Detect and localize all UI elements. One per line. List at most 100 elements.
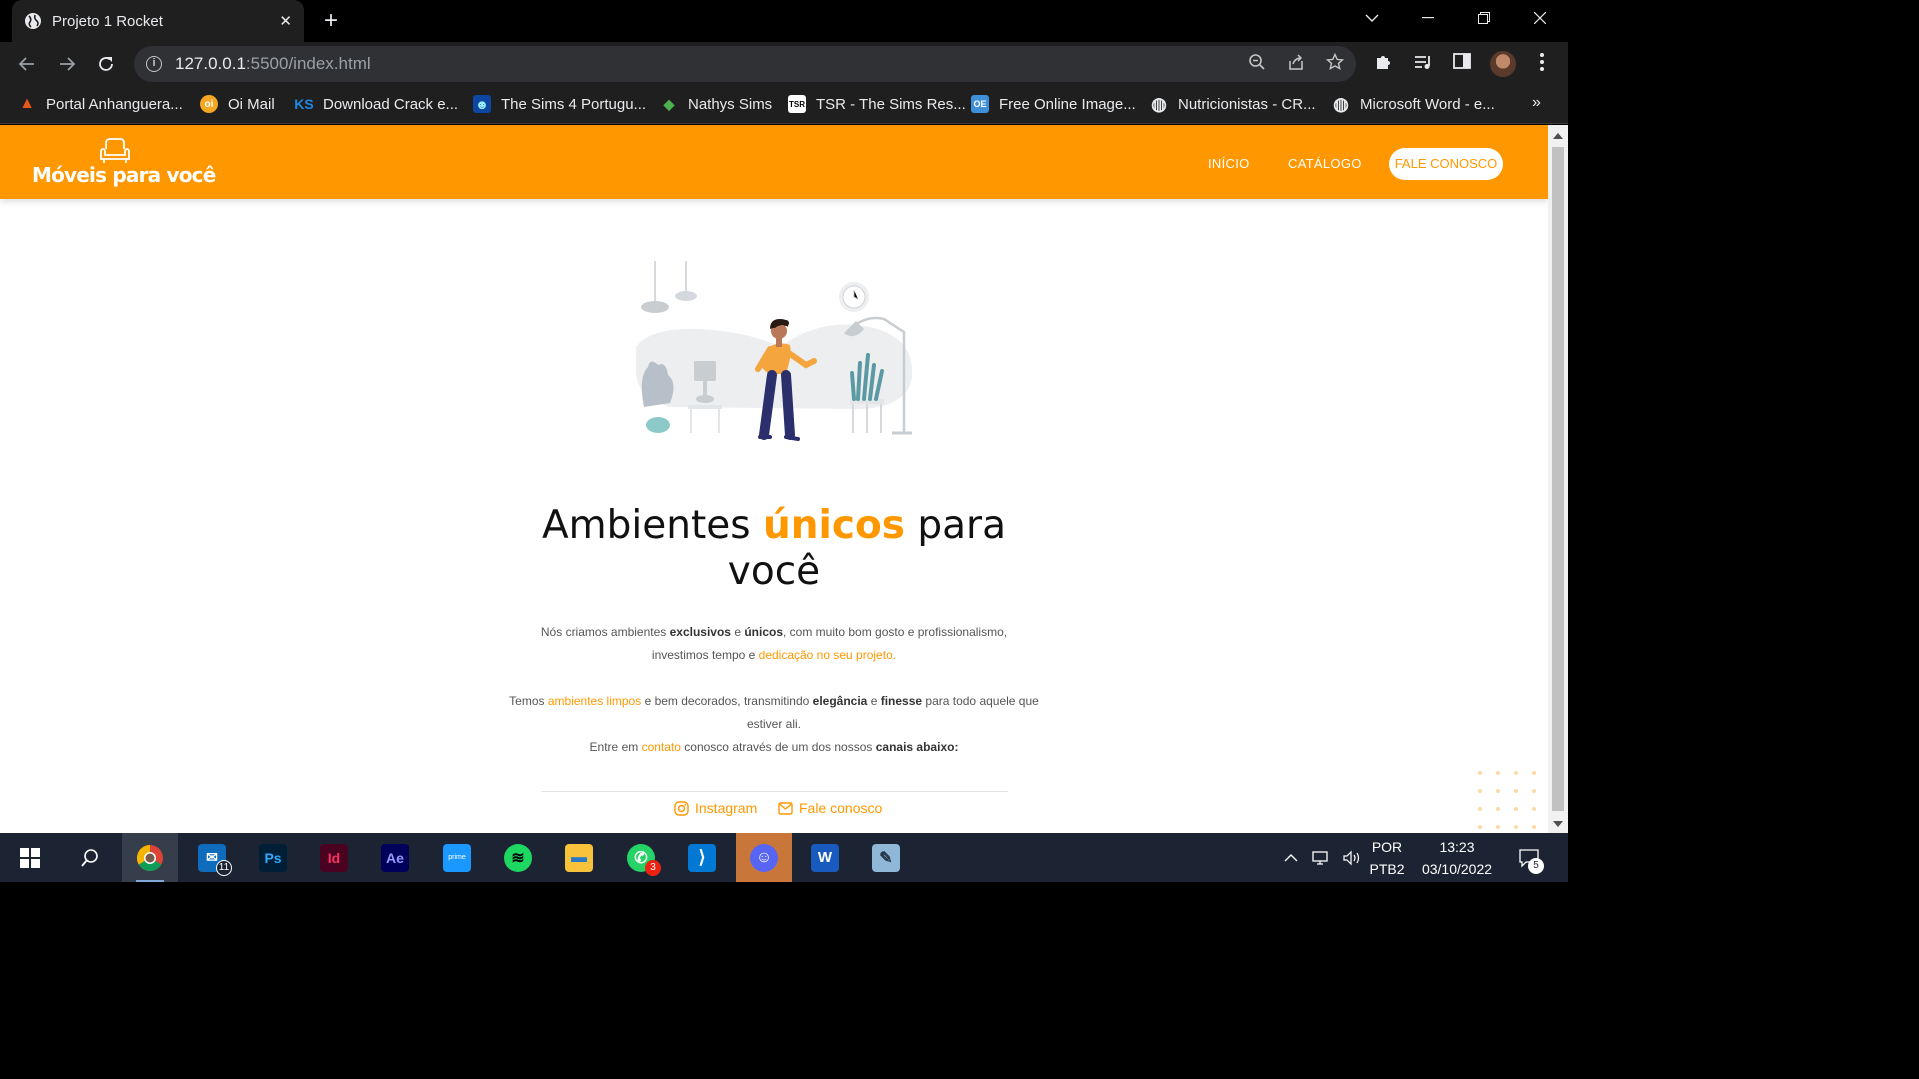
anhanguera-icon: ▲ (19, 95, 35, 112)
address-bar[interactable]: i 127.0.0.1:5500/index.html (134, 46, 1356, 82)
share-icon[interactable] (1285, 53, 1307, 75)
bookmark-item[interactable]: OE Free Online Image... (971, 94, 1136, 114)
taskbar-mail[interactable]: ✉ 11 (184, 833, 240, 882)
environment-paragraph: Temos ambientes limpos e bem decorados, … (509, 694, 1039, 731)
site-logo[interactable]: Móveis para você (32, 137, 216, 191)
oi-mail-icon: oi (200, 95, 218, 113)
close-window-button[interactable] (1512, 0, 1568, 36)
scroll-up-arrow[interactable] (1553, 133, 1563, 139)
photoshop-icon: Ps (259, 843, 287, 872)
bookmark-item[interactable]: oi Oi Mail (200, 94, 275, 114)
tray-overflow-chevron-icon[interactable] (1280, 833, 1302, 882)
bookmark-label: Portal Anhanguera... (46, 95, 183, 113)
taskbar-indesign[interactable]: Id (306, 833, 362, 882)
taskbar-spotify[interactable]: ≋ (490, 833, 546, 882)
bookmark-item[interactable]: ☻ The Sims 4 Portugu... (473, 94, 646, 114)
prime-video-icon: prime (443, 843, 471, 872)
taskbar-discord[interactable]: ☺ (736, 833, 792, 882)
bookmark-label: Download Crack e... (323, 95, 459, 113)
bookmark-star-icon[interactable] (1324, 52, 1346, 75)
whatsapp-badge: 3 (645, 860, 661, 876)
mail-badge: 11 (216, 860, 232, 876)
discord-icon: ☺ (750, 843, 778, 872)
taskbar-chrome[interactable] (122, 833, 178, 882)
notepad-icon: ✎ (872, 843, 900, 872)
globe-icon: ◍ (1151, 93, 1167, 114)
ks-icon: KS (294, 96, 314, 112)
restore-button[interactable] (1456, 0, 1512, 36)
windows-logo-icon (20, 847, 40, 868)
instagram-label: Instagram (695, 800, 758, 816)
search-button[interactable] (62, 833, 118, 882)
decorative-dots (1476, 769, 1540, 833)
notifications-button[interactable]: 5 (1514, 833, 1544, 882)
bookmark-item[interactable]: KS Download Crack e... (294, 94, 459, 114)
tab-search-icon[interactable] (1344, 0, 1400, 36)
reload-icon[interactable] (93, 51, 119, 77)
more-bookmarks-button[interactable]: » (1532, 94, 1541, 112)
instagram-link[interactable]: Instagram (674, 800, 757, 816)
word-icon: W (811, 843, 839, 872)
bookmark-item[interactable]: ▲ Portal Anhanguera... (18, 94, 183, 114)
taskbar-photoshop[interactable]: Ps (245, 833, 301, 882)
minimize-button[interactable] (1400, 0, 1456, 36)
bookmark-item[interactable]: ◍ Nutricionistas - CR... (1150, 93, 1315, 114)
network-icon[interactable] (1310, 833, 1334, 882)
taskbar-notepad[interactable]: ✎ (858, 833, 914, 882)
bookmark-item[interactable]: TSR TSR - The Sims Res... (788, 94, 966, 114)
bookmark-label: TSR - The Sims Res... (816, 95, 966, 113)
scroll-down-arrow[interactable] (1553, 821, 1563, 827)
plumbob-icon: ◆ (663, 95, 675, 112)
divider (541, 791, 1008, 792)
after-effects-icon: Ae (381, 843, 409, 872)
extensions-puzzle-icon[interactable] (1372, 52, 1396, 76)
bookmark-label: Oi Mail (228, 95, 275, 113)
side-panel-icon[interactable] (1450, 52, 1474, 76)
site-info-icon[interactable]: i (146, 56, 162, 72)
bookmark-label: Nathys Sims (688, 95, 773, 113)
tab-close-icon[interactable]: ✕ (279, 12, 292, 30)
bookmarks-bar: ▲ Portal Anhanguera... oi Oi Mail KS Dow… (0, 86, 1568, 124)
media-queue-icon[interactable] (1411, 52, 1435, 76)
taskbar-vscode[interactable]: ⟩ (674, 833, 730, 882)
language-indicator[interactable]: POR PTB2 (1368, 833, 1406, 882)
start-button[interactable] (2, 833, 58, 882)
zoom-icon[interactable] (1246, 53, 1268, 75)
search-icon (81, 848, 98, 867)
scrollbar-thumb[interactable] (1552, 147, 1564, 811)
taskbar-whatsapp[interactable]: ✆ 3 (613, 833, 669, 882)
bookmark-item[interactable]: ◆ Nathys Sims (660, 94, 773, 114)
forward-arrow-icon[interactable] (54, 51, 80, 77)
globe-icon (24, 12, 42, 30)
new-tab-button[interactable]: + (318, 8, 344, 34)
tsr-icon: TSR (788, 95, 806, 113)
folder-icon: ▬ (565, 843, 593, 872)
taskbar-file-explorer[interactable]: ▬ (551, 833, 607, 882)
nav-home-link[interactable]: INÍCIO (1208, 156, 1250, 171)
email-link[interactable]: Fale conosco (778, 800, 882, 816)
profile-avatar[interactable] (1490, 51, 1516, 77)
volume-icon[interactable] (1340, 833, 1364, 882)
bookmark-label: Microsoft Word - e... (1360, 95, 1495, 113)
sofa-icon (100, 138, 130, 163)
bookmark-item[interactable]: ◍ Microsoft Word - e... (1332, 94, 1495, 114)
taskbar-prime-video[interactable]: prime (429, 833, 485, 882)
spotify-icon: ≋ (504, 843, 532, 872)
taskbar-word[interactable]: W (797, 833, 853, 882)
contact-button[interactable]: FALE CONOSCO (1389, 148, 1503, 180)
indesign-icon: Id (320, 843, 348, 872)
back-arrow-icon[interactable] (14, 51, 40, 77)
tab-title: Projeto 1 Rocket (52, 12, 163, 30)
vscode-icon: ⟩ (688, 843, 716, 872)
globe-icon: ◍ (1333, 93, 1349, 114)
bookmark-label: The Sims 4 Portugu... (501, 95, 647, 113)
instagram-icon (674, 800, 689, 816)
clock[interactable]: 13:23 03/10/2022 (1414, 833, 1500, 882)
browser-tab[interactable]: Projeto 1 Rocket ✕ (12, 0, 304, 42)
nav-catalog-link[interactable]: CATÁLOGO (1288, 156, 1362, 171)
hero-illustration (635, 261, 913, 441)
taskbar-after-effects[interactable]: Ae (367, 833, 423, 882)
menu-kebab-icon[interactable] (1530, 52, 1554, 76)
page-scrollbar[interactable] (1548, 125, 1568, 833)
active-indicator (136, 880, 164, 882)
